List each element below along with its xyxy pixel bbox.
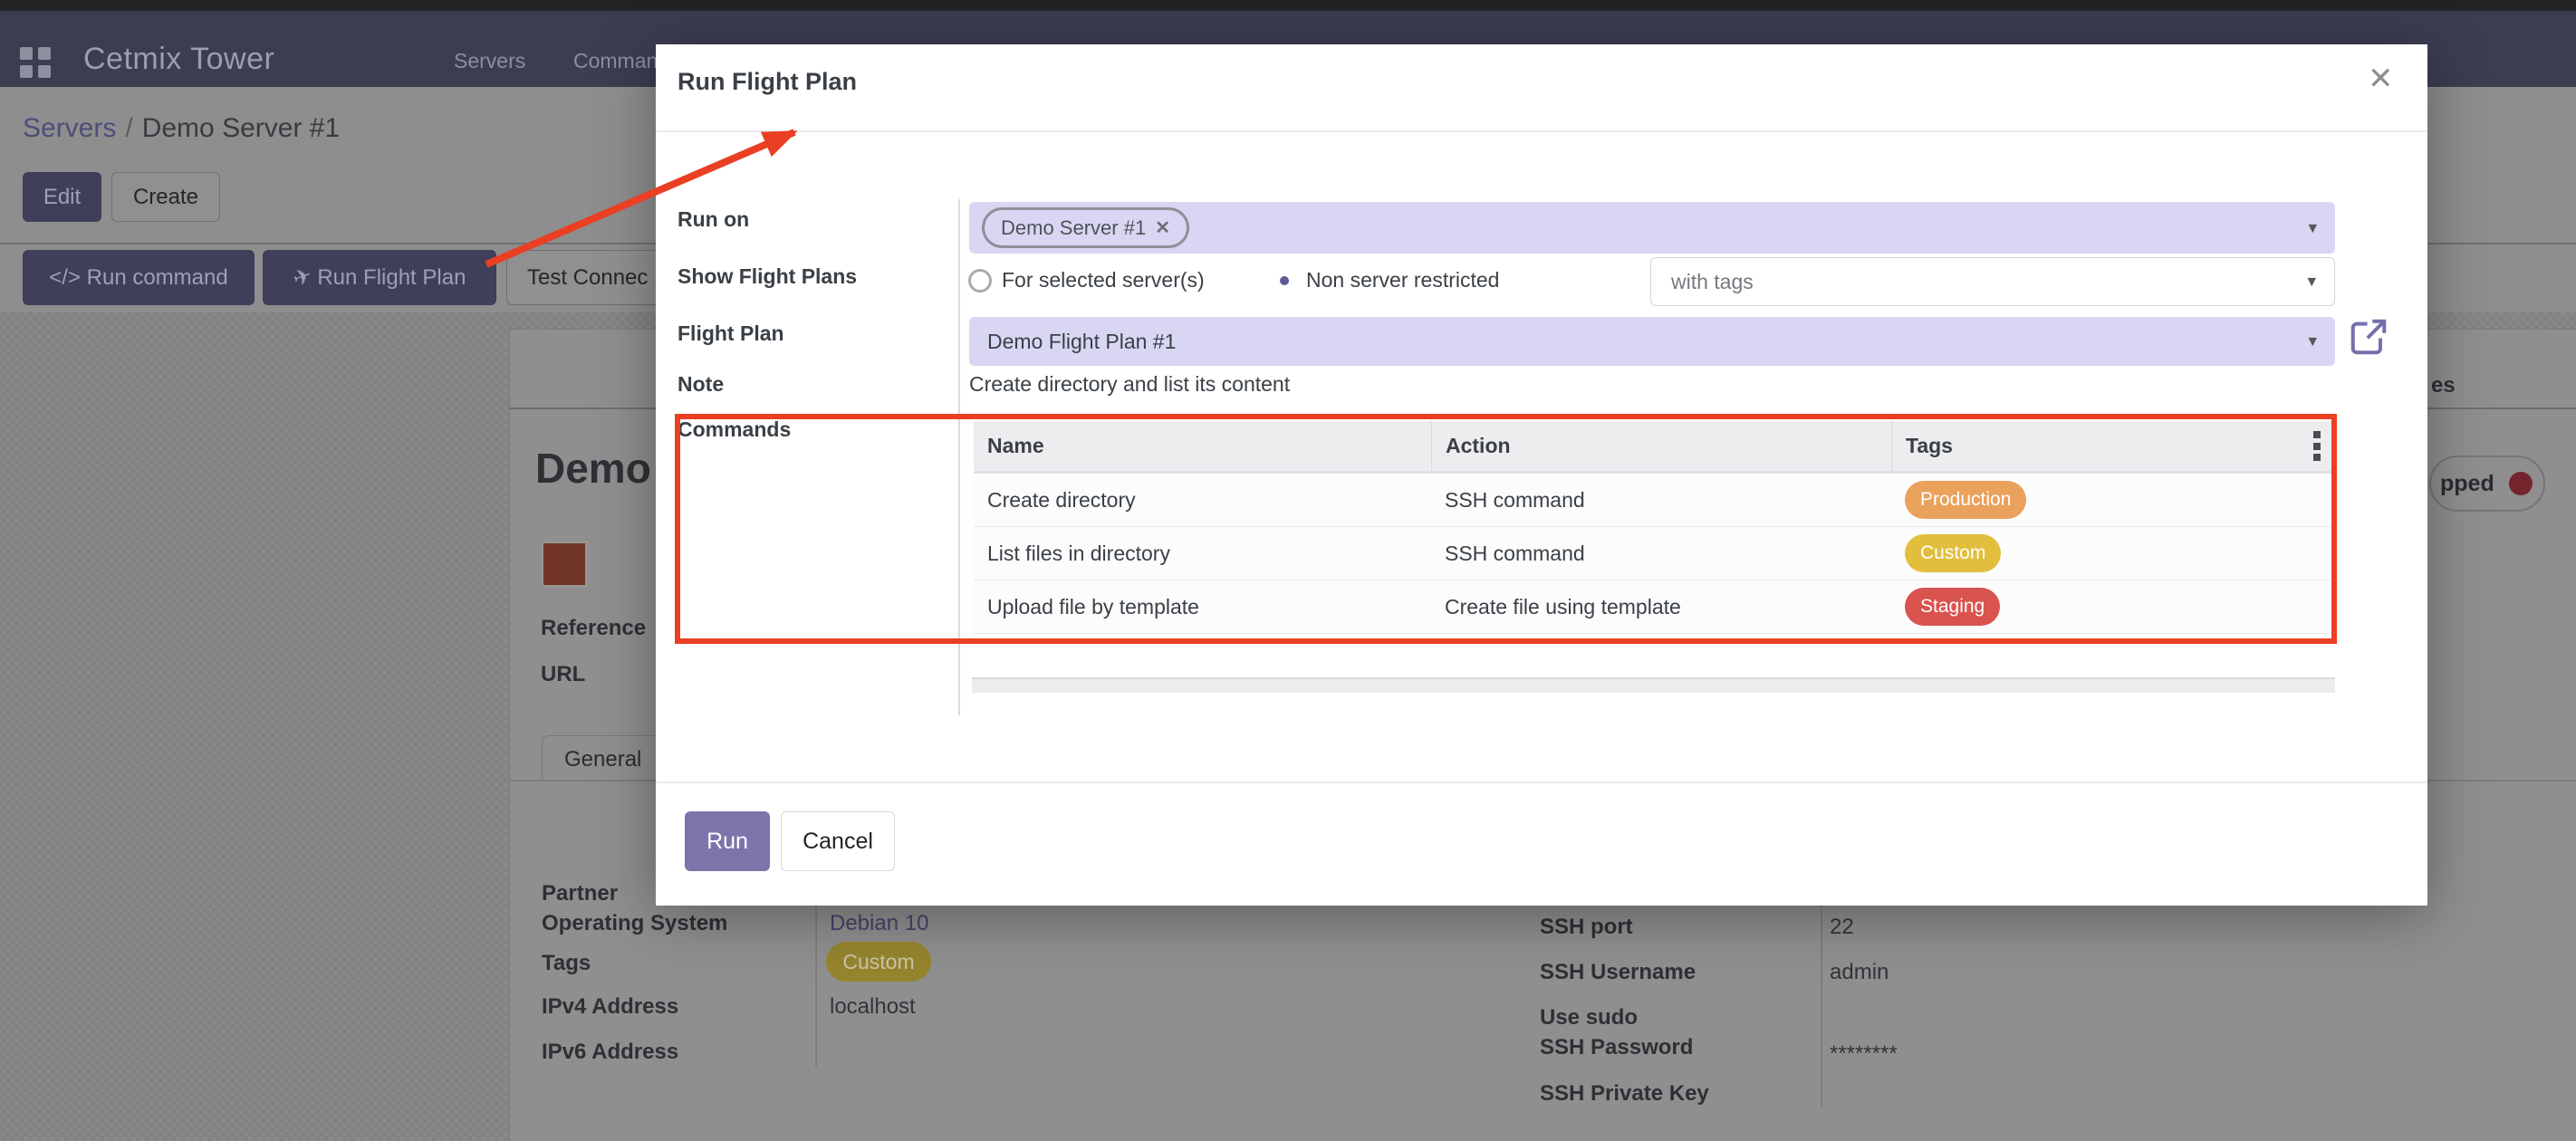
dialog-title: Run Flight Plan — [678, 68, 857, 96]
commands-table-header: Name Action Tags — [974, 421, 2335, 474]
table-row[interactable]: Upload file by template Create file usin… — [974, 580, 2335, 634]
cell-action: Create file using template — [1431, 595, 1891, 619]
show-flight-plans-label: Show Flight Plans — [678, 264, 857, 289]
status-label-fragment: pped — [2440, 471, 2494, 497]
field-label-use-sudo: Use sudo — [1540, 1005, 1638, 1031]
field-label-reference: Reference — [541, 616, 646, 641]
field-label-ipv6: IPv6 Address — [542, 1040, 678, 1065]
field-value-ssh-password: ******** — [1830, 1041, 1898, 1067]
run-on-field[interactable]: Demo Server #1 ✕ ▾ — [969, 202, 2335, 254]
label-field-separator — [958, 199, 960, 715]
note-label: Note — [678, 372, 724, 397]
tab-general-label: General — [564, 747, 641, 772]
edit-button[interactable]: Edit — [23, 172, 101, 222]
dialog-footer-divider — [656, 781, 2427, 783]
run-command-button[interactable]: </> Run command — [23, 250, 255, 305]
breadcrumb: Servers/Demo Server #1 — [23, 113, 340, 144]
brand-title[interactable]: Cetmix Tower — [83, 42, 274, 77]
browser-top-strip — [0, 0, 2576, 11]
cancel-button[interactable]: Cancel — [781, 811, 895, 871]
code-icon: </> — [49, 265, 81, 291]
server-color-swatch[interactable] — [542, 542, 587, 587]
cell-tags: Custom — [1891, 534, 2335, 572]
field-label-os: Operating System — [542, 911, 727, 936]
commands-label: Commands — [678, 417, 791, 442]
radio-non-server-restricted-label[interactable]: Non server restricted — [1306, 268, 1499, 292]
cell-name: Upload file by template — [974, 595, 1431, 619]
with-tags-select[interactable]: with tags ▾ — [1650, 257, 2335, 306]
close-icon[interactable]: ✕ — [2368, 61, 2394, 97]
tag-badge: Custom — [1905, 534, 2001, 572]
run-flight-plan-button[interactable]: ✈ Run Flight Plan — [263, 250, 496, 305]
tag-badge: Staging — [1905, 588, 2000, 626]
cell-action: SSH command — [1431, 488, 1891, 513]
info-column-separator — [815, 898, 817, 1067]
radio-for-selected-servers[interactable] — [968, 269, 992, 292]
note-value: Create directory and list its content — [969, 372, 1290, 397]
with-tags-placeholder: with tags — [1671, 270, 1754, 294]
server-status-button[interactable]: pped — [2429, 455, 2545, 512]
field-label-tags: Tags — [542, 951, 591, 976]
apps-grid-icon[interactable] — [20, 47, 51, 78]
run-flight-plan-label: Run Flight Plan — [317, 265, 466, 291]
card-header-text-fragment: es — [2431, 373, 2456, 398]
run-button[interactable]: Run — [685, 811, 770, 871]
status-stopped-dot-icon — [2509, 472, 2533, 495]
external-link-icon[interactable] — [2348, 316, 2389, 358]
caret-down-icon[interactable]: ▾ — [2308, 217, 2317, 238]
breadcrumb-separator: / — [116, 113, 141, 143]
table-row[interactable]: List files in directory SSH command Cust… — [974, 527, 2335, 580]
server-title: Demo — [535, 444, 651, 493]
table-row[interactable]: Create directory SSH command Production — [974, 474, 2335, 527]
field-value-os[interactable]: Debian 10 — [830, 911, 928, 936]
tag-badge: Production — [1905, 481, 2026, 519]
field-value-ipv4: localhost — [830, 994, 916, 1020]
field-label-ssh-username: SSH Username — [1540, 960, 1696, 985]
dialog-header-divider — [656, 130, 2427, 132]
cell-tags: Staging — [1891, 588, 2335, 626]
plane-icon: ✈ — [289, 262, 315, 292]
breadcrumb-current: Demo Server #1 — [142, 113, 340, 143]
caret-down-icon[interactable]: ▾ — [2307, 272, 2316, 292]
create-button[interactable]: Create — [111, 172, 220, 222]
field-label-partner: Partner — [542, 881, 618, 906]
field-label-ssh-port: SSH port — [1540, 915, 1633, 940]
column-header-name[interactable]: Name — [974, 421, 1431, 471]
cell-action: SSH command — [1431, 542, 1891, 566]
cell-name: List files in directory — [974, 542, 1431, 566]
field-label-ssh-password: SSH Password — [1540, 1035, 1693, 1060]
field-label-ipv4: IPv4 Address — [542, 994, 678, 1020]
column-header-tags[interactable]: Tags — [1891, 421, 2335, 471]
run-flight-plan-dialog: Run Flight Plan ✕ Run on Demo Server #1 … — [656, 44, 2427, 906]
tag-badge-custom-bg: Custom — [826, 942, 931, 982]
remove-tag-icon[interactable]: ✕ — [1155, 216, 1170, 239]
field-value-ssh-port: 22 — [1830, 915, 1854, 940]
commands-table: Name Action Tags Create directory SSH co… — [974, 421, 2335, 634]
column-header-action[interactable]: Action — [1431, 421, 1891, 471]
server-tag-pill[interactable]: Demo Server #1 ✕ — [982, 207, 1189, 248]
radio-for-selected-servers-label[interactable]: For selected server(s) — [1002, 268, 1205, 292]
column-options-icon[interactable] — [2313, 431, 2321, 461]
nav-item-servers[interactable]: Servers — [454, 49, 525, 73]
cell-tags: Production — [1891, 481, 2335, 519]
ssh-column-separator — [1821, 906, 1822, 1107]
breadcrumb-servers-link[interactable]: Servers — [23, 113, 116, 143]
screenshot-root: Cetmix Tower Servers Commands Files Tool… — [0, 0, 2576, 1141]
caret-down-icon[interactable]: ▾ — [2308, 331, 2317, 352]
field-label-ssh-private-key: SSH Private Key — [1540, 1081, 1709, 1107]
flight-plan-value: Demo Flight Plan #1 — [987, 330, 1176, 354]
flight-plan-label: Flight Plan — [678, 321, 784, 346]
table-scrollbar[interactable] — [972, 677, 2335, 693]
field-value-ssh-username: admin — [1830, 960, 1889, 985]
field-label-url: URL — [541, 662, 585, 687]
run-on-label: Run on — [678, 207, 749, 232]
cell-name: Create directory — [974, 488, 1431, 513]
server-tag-label: Demo Server #1 — [1001, 216, 1146, 240]
flight-plan-select[interactable]: Demo Flight Plan #1 ▾ — [969, 317, 2335, 366]
run-command-label: Run command — [87, 265, 228, 291]
